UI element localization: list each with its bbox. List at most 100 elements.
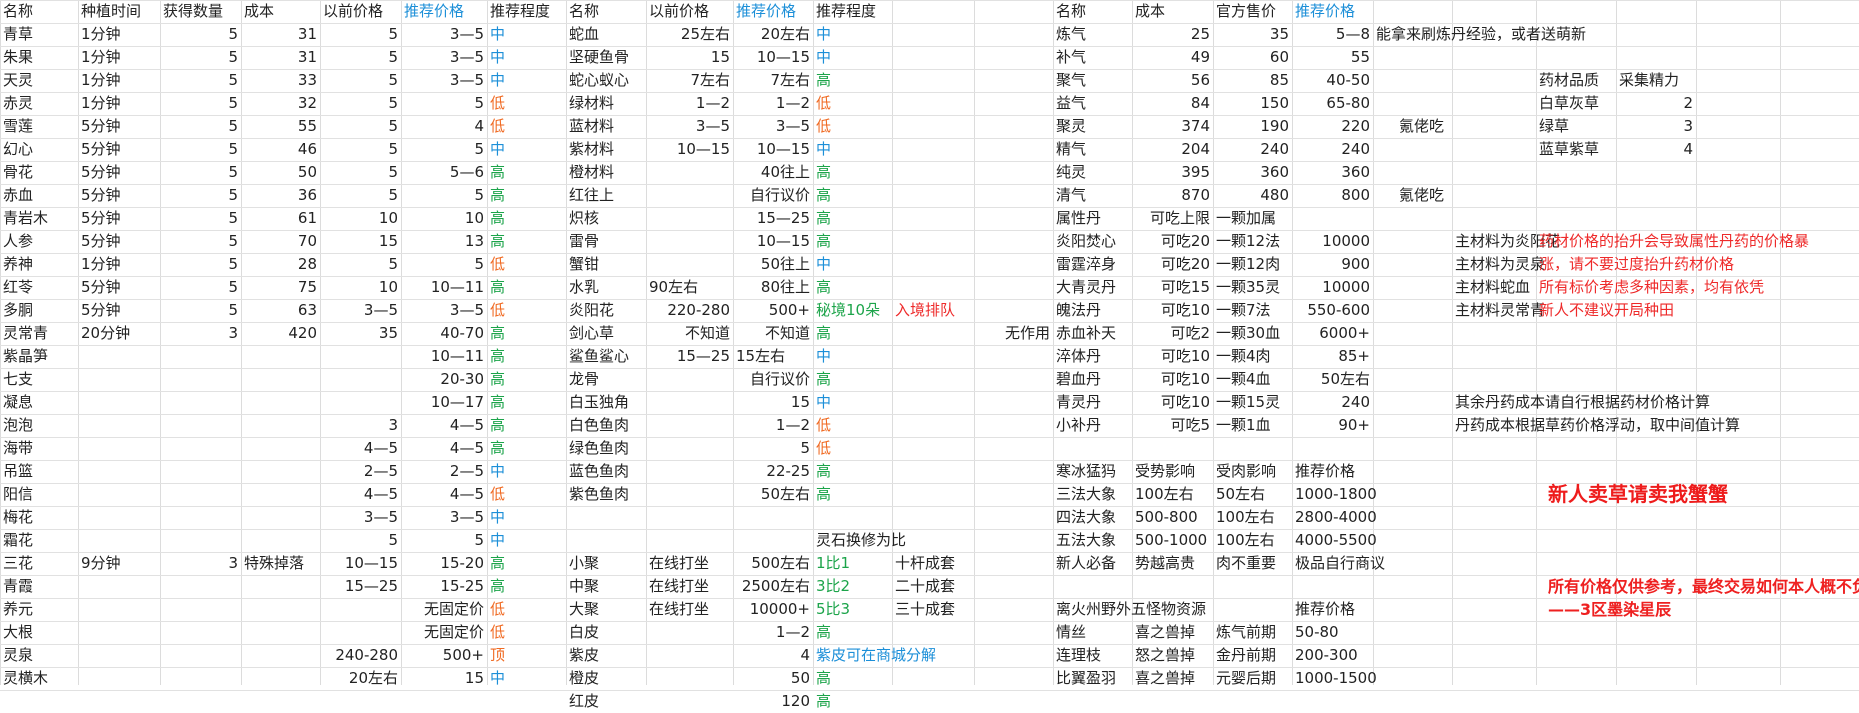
pill-cell[interactable]: 一颗4血 [1213, 368, 1292, 391]
column-header[interactable]: 官方售价 [1213, 0, 1292, 23]
pill-cell[interactable]: 240 [1292, 391, 1373, 414]
herb-name[interactable]: 泡泡 [0, 414, 78, 437]
herb-cell[interactable]: 5分钟 [78, 230, 160, 253]
herb-cell[interactable]: 中 [487, 23, 566, 46]
herb-cell[interactable]: 5 [160, 115, 241, 138]
monster-cell[interactable]: 100左右 [1132, 483, 1213, 506]
herb-cell[interactable]: 10—15 [320, 552, 401, 575]
monster-header[interactable]: 受肉影响 [1213, 460, 1292, 483]
pill-name[interactable]: 聚气 [1053, 69, 1132, 92]
herb-cell[interactable]: 高 [487, 322, 566, 345]
material-cell[interactable]: 中 [813, 138, 892, 161]
exchange-cell[interactable]: 3比2 [813, 575, 892, 598]
material-cell[interactable]: 不知道 [646, 322, 733, 345]
herb-cell[interactable]: 5 [160, 253, 241, 276]
material-name[interactable]: 水乳 [566, 276, 646, 299]
material-cell[interactable]: 20左右 [733, 23, 813, 46]
gather-cell[interactable]: 蓝草紫草 [1536, 138, 1616, 161]
herb-cell[interactable]: 75 [241, 276, 320, 299]
pill-cell[interactable]: 204 [1132, 138, 1213, 161]
herb-cell[interactable]: 低 [487, 483, 566, 506]
herb-cell[interactable]: 61 [241, 207, 320, 230]
herb-cell[interactable]: 10 [320, 207, 401, 230]
herb-cell[interactable]: 1分钟 [78, 69, 160, 92]
material-name[interactable]: 绿材料 [566, 92, 646, 115]
pill-cell[interactable]: 可吃上限 [1132, 207, 1213, 230]
herb-cell[interactable]: 无固定价 [401, 598, 487, 621]
herb-cell[interactable]: 5分钟 [78, 276, 160, 299]
exchange-header[interactable]: 灵石换修为比 [813, 529, 974, 552]
herb-cell[interactable]: 高 [487, 184, 566, 207]
pill-name[interactable]: 碧血丹 [1053, 368, 1132, 391]
herb-name[interactable]: 天灵 [0, 69, 78, 92]
material-name[interactable]: 鲨鱼鲨心 [566, 345, 646, 368]
pill-name[interactable]: 炼气 [1053, 23, 1132, 46]
herb-cell[interactable]: 5 [320, 184, 401, 207]
herb-cell[interactable]: 高 [487, 161, 566, 184]
herb-cell[interactable]: 10—11 [401, 345, 487, 368]
material-cell[interactable]: 1—2 [646, 92, 733, 115]
warning-note[interactable]: 所有标价考虑多种因素，均有依凭 [1536, 276, 1859, 299]
column-header[interactable]: 种植时间 [78, 0, 160, 23]
herb-cell[interactable]: 5 [160, 230, 241, 253]
material-cell[interactable]: 7左右 [646, 69, 733, 92]
column-header[interactable]: 推荐程度 [813, 0, 892, 23]
material-cell[interactable]: 15 [646, 46, 733, 69]
material-name[interactable]: 紫材料 [566, 138, 646, 161]
herb-cell[interactable]: 中 [487, 460, 566, 483]
herb-cell[interactable]: 9分钟 [78, 552, 160, 575]
pill-cell[interactable]: 可吃10 [1132, 368, 1213, 391]
herb-cell[interactable]: 顶 [487, 644, 566, 667]
pill-cell[interactable]: 240 [1292, 138, 1373, 161]
herb-cell[interactable]: 高 [487, 276, 566, 299]
material-cell[interactable]: 1—2 [733, 414, 813, 437]
pill-name[interactable]: 益气 [1053, 92, 1132, 115]
wild-cell[interactable]: 炼气前期 [1213, 621, 1292, 644]
herb-cell[interactable]: 中 [487, 46, 566, 69]
material-cell[interactable]: 不知道 [733, 322, 813, 345]
calc-note[interactable]: 其余丹药成本请自行根据药材价格计算 [1452, 391, 1780, 414]
material-cell[interactable]: 5 [733, 437, 813, 460]
material-name[interactable]: 蛇心蚁心 [566, 69, 646, 92]
material-cell[interactable]: 高 [813, 69, 892, 92]
pill-cell[interactable]: 可吃20 [1132, 230, 1213, 253]
exchange-cell[interactable]: 1比1 [813, 552, 892, 575]
herb-cell[interactable]: 中 [487, 138, 566, 161]
pill-cell[interactable]: 一颗12肉 [1213, 253, 1292, 276]
material-name[interactable]: 剑心草 [566, 322, 646, 345]
herb-cell[interactable]: 5分钟 [78, 161, 160, 184]
herb-cell[interactable]: 500+ [401, 644, 487, 667]
herb-cell[interactable]: 5—6 [401, 161, 487, 184]
herb-cell[interactable]: 低 [487, 253, 566, 276]
wild-cell[interactable]: 喜之兽掉 [1132, 667, 1213, 690]
pill-cell[interactable]: 一颗30血 [1213, 322, 1292, 345]
wild-cell[interactable]: 怒之兽掉 [1132, 644, 1213, 667]
pill-note[interactable]: 氪佬吃 [1373, 115, 1452, 138]
material-cell[interactable]: 低 [813, 115, 892, 138]
material-name[interactable]: 炎阳花 [566, 299, 646, 322]
material-name[interactable]: 雷骨 [566, 230, 646, 253]
herb-cell[interactable]: 4—5 [401, 483, 487, 506]
wild-cell[interactable]: 连理枝 [1053, 644, 1132, 667]
pill-cell[interactable]: 49 [1132, 46, 1213, 69]
material-cell[interactable]: 高 [813, 276, 892, 299]
material-cell[interactable]: 10—15 [733, 46, 813, 69]
herb-cell[interactable]: 5 [320, 253, 401, 276]
material-cell[interactable]: 80往上 [733, 276, 813, 299]
herb-cell[interactable]: 40-70 [401, 322, 487, 345]
herb-cell[interactable]: 20-30 [401, 368, 487, 391]
material-cell[interactable]: 中 [813, 391, 892, 414]
pill-name[interactable]: 属性丹 [1053, 207, 1132, 230]
exchange-cell[interactable]: 小聚 [566, 552, 646, 575]
pill-name[interactable]: 精气 [1053, 138, 1132, 161]
material-cell[interactable]: 500+ [733, 299, 813, 322]
wild-cell[interactable]: 200-300 [1292, 644, 1373, 667]
herb-cell[interactable]: 5 [160, 161, 241, 184]
herb-cell[interactable]: 15-20 [401, 552, 487, 575]
herb-cell[interactable]: 3—5 [401, 46, 487, 69]
pill-cell[interactable]: 可吃2 [1132, 322, 1213, 345]
herb-cell[interactable]: 5 [160, 92, 241, 115]
material-cell[interactable]: 中 [813, 23, 892, 46]
herb-name[interactable]: 霜花 [0, 529, 78, 552]
herb-cell[interactable]: 4—5 [320, 483, 401, 506]
